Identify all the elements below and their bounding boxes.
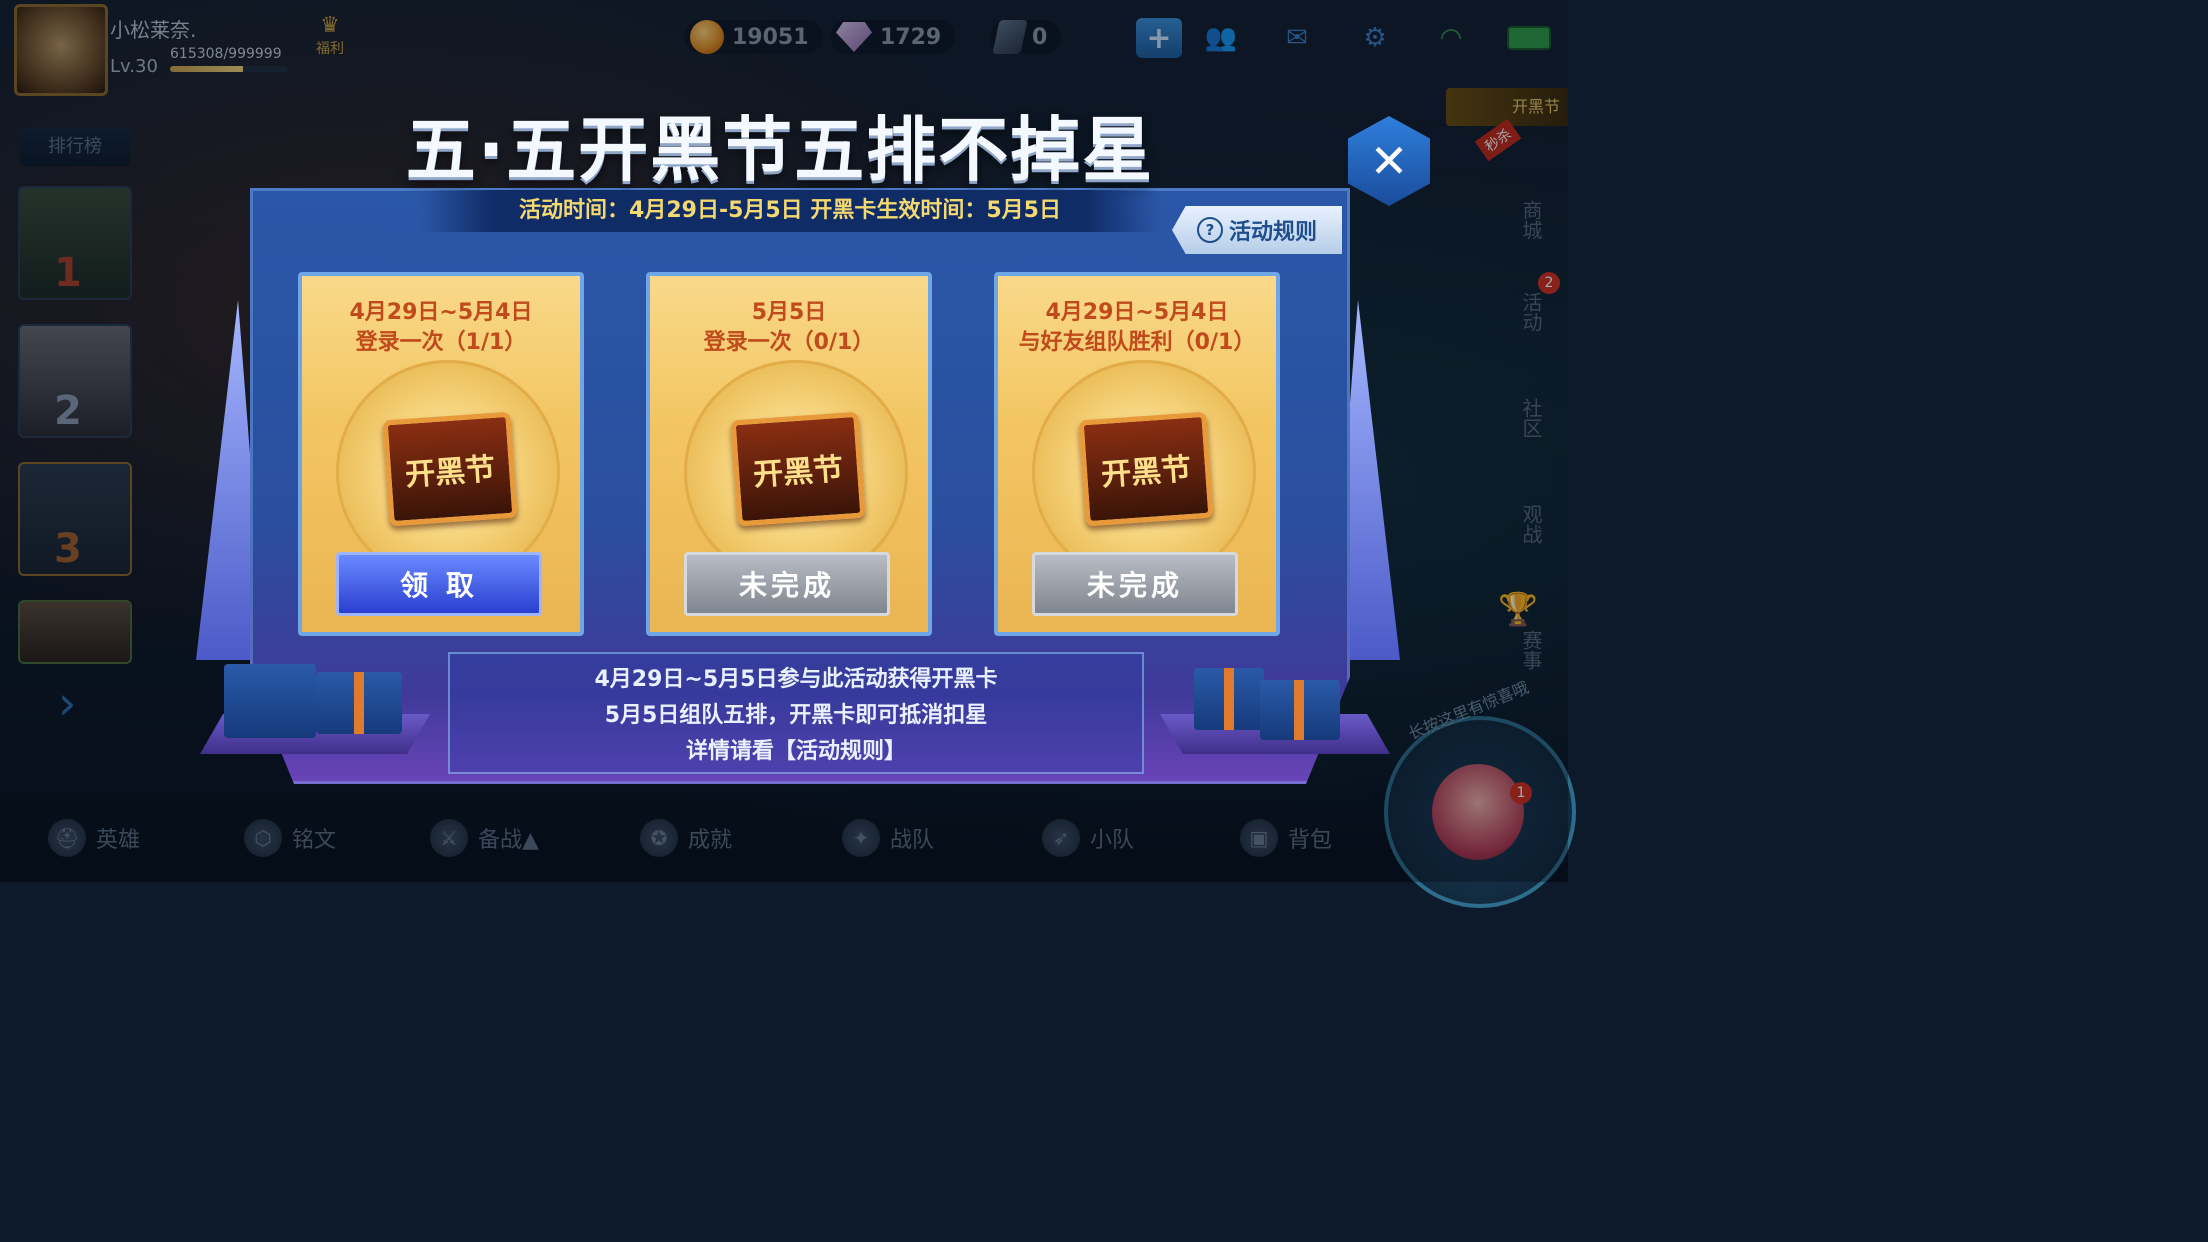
info-line: 4月29日~5月5日参与此活动获得开黑卡: [594, 667, 998, 692]
kaihei-medal-icon: 开黑节: [730, 411, 866, 527]
gift-box-icon: [224, 664, 316, 738]
info-line-rules-link[interactable]: 详情请看【活动规则】: [450, 734, 1142, 770]
kaihei-medal-icon: 开黑节: [382, 411, 518, 527]
rules-label: 活动规则: [1228, 220, 1317, 245]
info-line: 5月5日组队五排，开黑卡即可抵消扣星: [604, 703, 988, 728]
task-description: 登录一次（0/1）: [703, 330, 875, 355]
task-date: 5月5日: [751, 300, 827, 325]
task-description: 与好友组队胜利（0/1）: [1018, 330, 1256, 355]
gift-box-icon: [1194, 668, 1264, 730]
event-info-box: 4月29日~5月5日参与此活动获得开黑卡 5月5日组队五排，开黑卡即可抵消扣星 …: [448, 652, 1144, 774]
event-time-info: 活动时间：4月29日-5月5日 开黑卡生效时间：5月5日: [420, 190, 1160, 232]
claim-button[interactable]: 领 取: [336, 552, 542, 616]
close-icon: ✕: [1369, 134, 1409, 188]
rules-button[interactable]: ? 活动规则: [1172, 206, 1342, 254]
task-description: 登录一次（1/1）: [355, 330, 527, 355]
event-title: 五·五开黑节五排不掉星: [405, 108, 1155, 191]
gift-box-icon: [1260, 680, 1340, 740]
task-date: 4月29日~5月4日: [349, 300, 533, 325]
gift-box-icon: [316, 672, 402, 734]
task-card-1: 4月29日~5月4日 登录一次（1/1） 开黑节 领 取: [298, 272, 584, 636]
task-date: 4月29日~5月4日: [1045, 300, 1229, 325]
task-card-3: 4月29日~5月4日 与好友组队胜利（0/1） 开黑节 未完成: [994, 272, 1280, 636]
kaihei-medal-icon: 开黑节: [1078, 411, 1214, 527]
incomplete-button[interactable]: 未完成: [684, 552, 890, 616]
question-icon: ?: [1196, 217, 1223, 243]
task-card-2: 5月5日 登录一次（0/1） 开黑节 未完成: [646, 272, 932, 636]
incomplete-button[interactable]: 未完成: [1032, 552, 1238, 616]
